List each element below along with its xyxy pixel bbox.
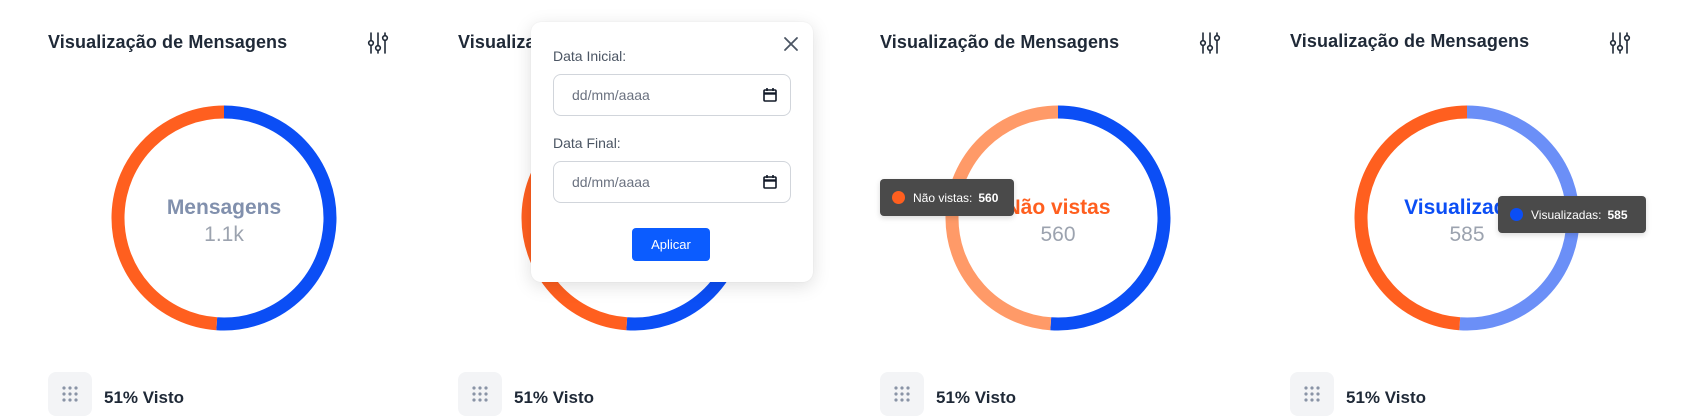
sliders-icon [1609, 32, 1631, 54]
grid-menu-button[interactable] [1290, 372, 1334, 416]
date-filter-popover: Data Inicial: dd/mm/aaaa Data Final: dd/… [531, 22, 813, 282]
sliders-icon [367, 32, 389, 54]
grid-dots-icon [62, 386, 78, 402]
start-date-input[interactable]: dd/mm/aaaa [553, 74, 791, 116]
grid-dots-icon [894, 386, 910, 402]
chart-tooltip: Não vistas: 560 [880, 179, 1014, 216]
donut-center-value: 560 [1040, 223, 1076, 246]
start-date-placeholder: dd/mm/aaaa [572, 87, 650, 103]
tooltip-value: 560 [978, 190, 999, 205]
grid-menu-button[interactable] [880, 372, 924, 416]
tooltip-value: 585 [1607, 207, 1628, 222]
sliders-icon [1199, 32, 1221, 54]
card-footer: 51% Visto [1290, 372, 1426, 416]
calendar-icon[interactable] [762, 174, 778, 190]
chart-tooltip: Visualizadas: 585 [1498, 196, 1646, 233]
card-title: Visualização de Mensagens [48, 32, 288, 52]
legend-dot-nao-vistas [892, 191, 905, 204]
filter-settings-button[interactable] [364, 30, 392, 56]
tooltip-label: Não vistas: [913, 190, 973, 205]
legend-dot-visualizadas [1510, 208, 1523, 221]
message-views-card-1: Visualização de Mensagens Mensagens 1.1k… [48, 0, 398, 416]
seen-percentage: 51% Visto [936, 388, 1017, 407]
close-button[interactable] [781, 34, 801, 54]
calendar-icon[interactable] [762, 87, 778, 103]
seen-percentage: 51% Visto [104, 388, 185, 407]
end-date-label: Data Final: [553, 135, 621, 151]
card-footer: 51% Visto [458, 372, 594, 416]
grid-menu-button[interactable] [48, 372, 92, 416]
start-date-label: Data Inicial: [553, 48, 627, 64]
grid-menu-button[interactable] [458, 372, 502, 416]
filter-settings-button[interactable] [1196, 30, 1224, 56]
message-views-card-4: Visualização de Mensagens Visualizadas 5… [1290, 0, 1650, 416]
card-title: Visualização de Mensagens [880, 32, 1120, 52]
grid-dots-icon [1304, 386, 1320, 402]
grid-dots-icon [472, 386, 488, 402]
tooltip-label: Visualizadas: [1531, 207, 1602, 222]
apply-button[interactable]: Aplicar [632, 228, 710, 261]
donut-center-label: Mensagens [166, 196, 282, 219]
card-footer: 51% Visto [48, 372, 184, 416]
end-date-input[interactable]: dd/mm/aaaa [553, 161, 791, 203]
message-views-card-3: Visualização de Mensagens Não vistas 560… [880, 0, 1230, 416]
close-icon [784, 37, 798, 51]
filter-settings-button[interactable] [1606, 30, 1634, 56]
donut-center-value: 1.1k [204, 223, 244, 246]
card-footer: 51% Visto [880, 372, 1016, 416]
seen-percentage: 51% Visto [1346, 388, 1427, 407]
card-title: Visualização de Mensagens [1290, 31, 1530, 51]
end-date-placeholder: dd/mm/aaaa [572, 174, 650, 190]
seen-percentage: 51% Visto [514, 388, 595, 407]
